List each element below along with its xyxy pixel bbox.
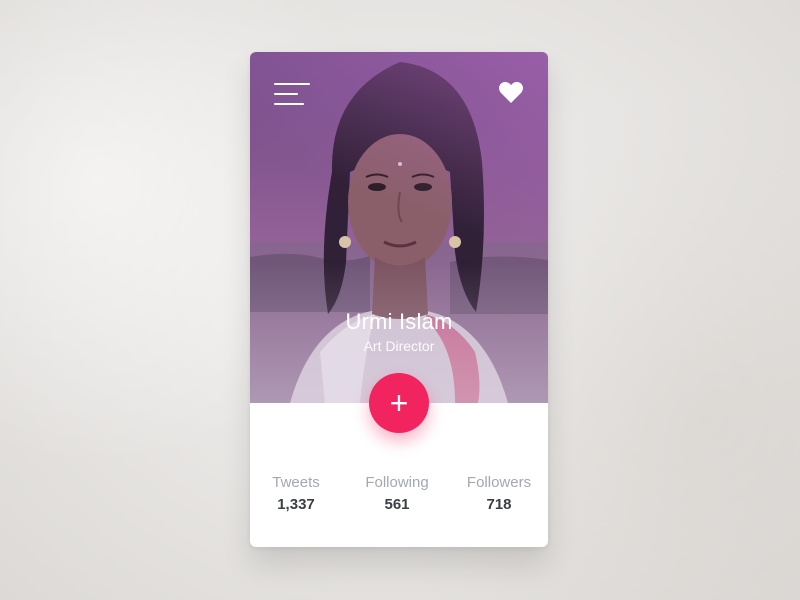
stat-followers[interactable]: Followers 718 — [449, 474, 549, 513]
stat-value: 561 — [384, 496, 410, 513]
add-button[interactable]: + — [369, 373, 429, 433]
heart-icon[interactable] — [498, 80, 524, 104]
stat-value: 1,337 — [277, 496, 315, 513]
profile-stats: Tweets 1,337 Following 561 Followers 718 — [250, 474, 548, 524]
profile-role: Art Director — [363, 338, 435, 354]
stat-value: 718 — [486, 496, 512, 513]
plus-icon: + — [389, 385, 409, 421]
stat-label: Tweets — [272, 474, 320, 491]
menu-icon[interactable] — [274, 83, 310, 105]
stat-label: Following — [365, 474, 429, 491]
profile-card: Urmi Islam Art Director + Tweets 1,337 F… — [250, 52, 548, 547]
profile-name: Urmi Islam — [345, 309, 453, 334]
stat-tweets[interactable]: Tweets 1,337 — [246, 474, 346, 513]
stat-following[interactable]: Following 561 — [347, 474, 447, 513]
stat-label: Followers — [466, 474, 532, 491]
profile-hero: Urmi Islam Art Director — [250, 52, 548, 403]
